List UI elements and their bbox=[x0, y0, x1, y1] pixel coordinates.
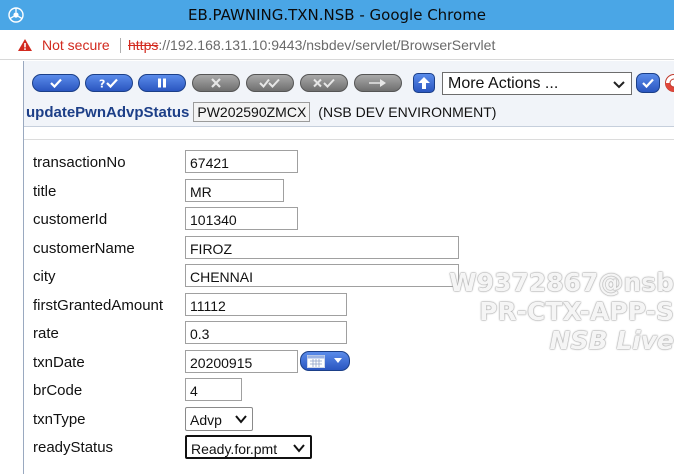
city-input[interactable]: CHENNAI bbox=[185, 264, 459, 287]
field-label: rate bbox=[33, 325, 59, 342]
authorise-button[interactable] bbox=[246, 74, 294, 92]
url-path: ://192.168.131.10:9443/nsbdev/servlet/Br… bbox=[158, 37, 496, 53]
up-arrow-button[interactable] bbox=[413, 73, 435, 93]
action-toolbar: ? More Actions ... updatePwnAdvpStatus P… bbox=[24, 61, 674, 127]
txn-type-value: Advp bbox=[190, 412, 222, 428]
more-actions-label: More Actions ... bbox=[448, 74, 559, 92]
pause-icon bbox=[158, 78, 166, 88]
url-scheme: https bbox=[128, 37, 159, 53]
ready-status-value: Ready.for.pmt bbox=[191, 441, 278, 457]
function-name: updatePwnAdvpStatus bbox=[26, 103, 190, 121]
address-bar[interactable]: Not secure https://192.168.131.10:9443/n… bbox=[0, 30, 674, 60]
svg-text:?: ? bbox=[99, 78, 105, 90]
first-granted-amount-input[interactable]: 11112 bbox=[185, 293, 347, 316]
customer-name-input[interactable]: FIROZ bbox=[185, 236, 459, 259]
more-actions-select[interactable]: More Actions ... bbox=[442, 72, 632, 95]
field-label: txnType bbox=[33, 411, 86, 428]
txn-type-select[interactable]: Advp bbox=[185, 407, 253, 431]
x-icon bbox=[211, 78, 221, 88]
calendar-icon bbox=[307, 354, 325, 368]
field-label: brCode bbox=[33, 382, 83, 399]
chevron-down-icon bbox=[293, 444, 305, 453]
lifebuoy-icon[interactable] bbox=[664, 73, 674, 93]
title-input[interactable]: MR bbox=[185, 179, 284, 202]
next-button[interactable] bbox=[354, 74, 402, 92]
double-check-icon bbox=[259, 78, 280, 89]
record-id: PW202590ZMCX bbox=[193, 102, 311, 122]
commit-button[interactable] bbox=[32, 74, 80, 92]
calendar-button[interactable] bbox=[300, 351, 350, 371]
address-separator bbox=[120, 38, 121, 53]
app-frame: ? More Actions ... updatePwnAdvpStatus P… bbox=[23, 61, 674, 474]
up-arrow-icon bbox=[418, 77, 430, 89]
chevron-down-icon bbox=[334, 358, 342, 363]
url-text[interactable]: https://192.168.131.10:9443/nsbdev/servl… bbox=[128, 37, 495, 53]
br-code-input[interactable]: 4 bbox=[185, 378, 242, 401]
field-label: txnDate bbox=[33, 354, 85, 371]
transaction-no-input[interactable]: 67421 bbox=[185, 150, 298, 173]
field-label: transactionNo bbox=[33, 154, 126, 171]
environment-label: (NSB DEV ENVIRONMENT) bbox=[318, 104, 497, 120]
ready-status-select[interactable]: Ready.for.pmt bbox=[185, 435, 312, 459]
x-check-icon bbox=[313, 78, 335, 88]
question-check-icon: ? bbox=[99, 78, 118, 90]
chevron-down-icon bbox=[235, 415, 247, 424]
check-icon bbox=[642, 78, 654, 89]
delete-button[interactable] bbox=[192, 74, 240, 92]
not-secure-label[interactable]: Not secure bbox=[42, 37, 110, 53]
validate-button[interactable]: ? bbox=[85, 74, 133, 92]
context-bar: updatePwnAdvpStatus PW202590ZMCX (NSB DE… bbox=[24, 101, 496, 123]
field-label: customerName bbox=[33, 240, 135, 257]
warning-icon[interactable] bbox=[17, 38, 33, 52]
check-icon bbox=[50, 78, 62, 89]
window-title: EB.PAWNING.TXN.NSB - Google Chrome bbox=[187, 6, 487, 24]
chevron-down-icon bbox=[613, 81, 625, 89]
customer-id-input[interactable]: 101340 bbox=[185, 207, 298, 230]
rate-input[interactable]: 0.3 bbox=[185, 321, 347, 344]
go-button[interactable] bbox=[636, 73, 660, 93]
field-label: firstGrantedAmount bbox=[33, 297, 164, 314]
field-label: city bbox=[33, 268, 56, 285]
reverse-button[interactable] bbox=[300, 74, 348, 92]
form-panel: transactionNo 67421 title MR customerId … bbox=[24, 139, 674, 474]
hold-button[interactable] bbox=[138, 74, 186, 92]
field-label: title bbox=[33, 183, 57, 200]
field-label: customerId bbox=[33, 211, 108, 228]
field-label: readyStatus bbox=[33, 439, 114, 456]
next-icon bbox=[369, 79, 386, 87]
window-title-bar: EB.PAWNING.TXN.NSB - Google Chrome bbox=[0, 0, 674, 30]
txn-date-input[interactable]: 20200915 bbox=[185, 350, 298, 373]
